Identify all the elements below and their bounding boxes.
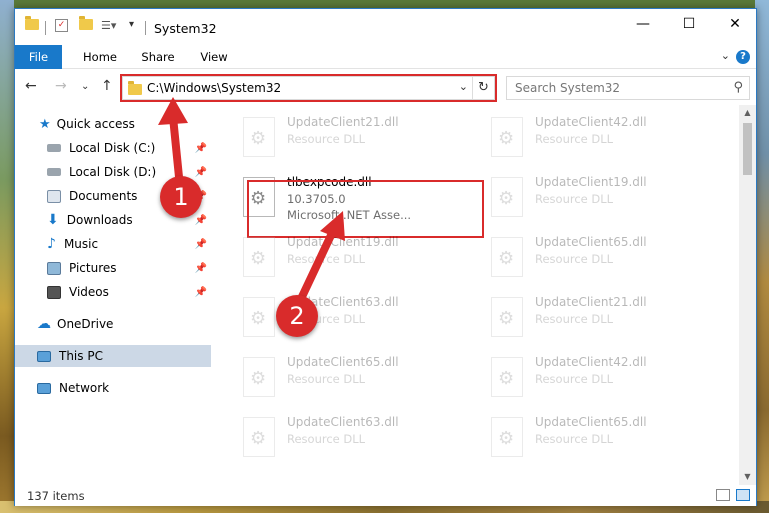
desktop-wallpaper-left [0, 0, 14, 513]
arrow-1-head [158, 97, 188, 125]
step-1-badge: 1 [160, 176, 202, 218]
step-2-badge: 2 [276, 295, 318, 337]
tutorial-arrows [158, 97, 345, 305]
file-explorer-window: ✓ ☰▾ ▾ System32 — ☐ ✕ File Home Share Vi… [14, 8, 757, 506]
arrow-2-shaft [296, 227, 337, 305]
